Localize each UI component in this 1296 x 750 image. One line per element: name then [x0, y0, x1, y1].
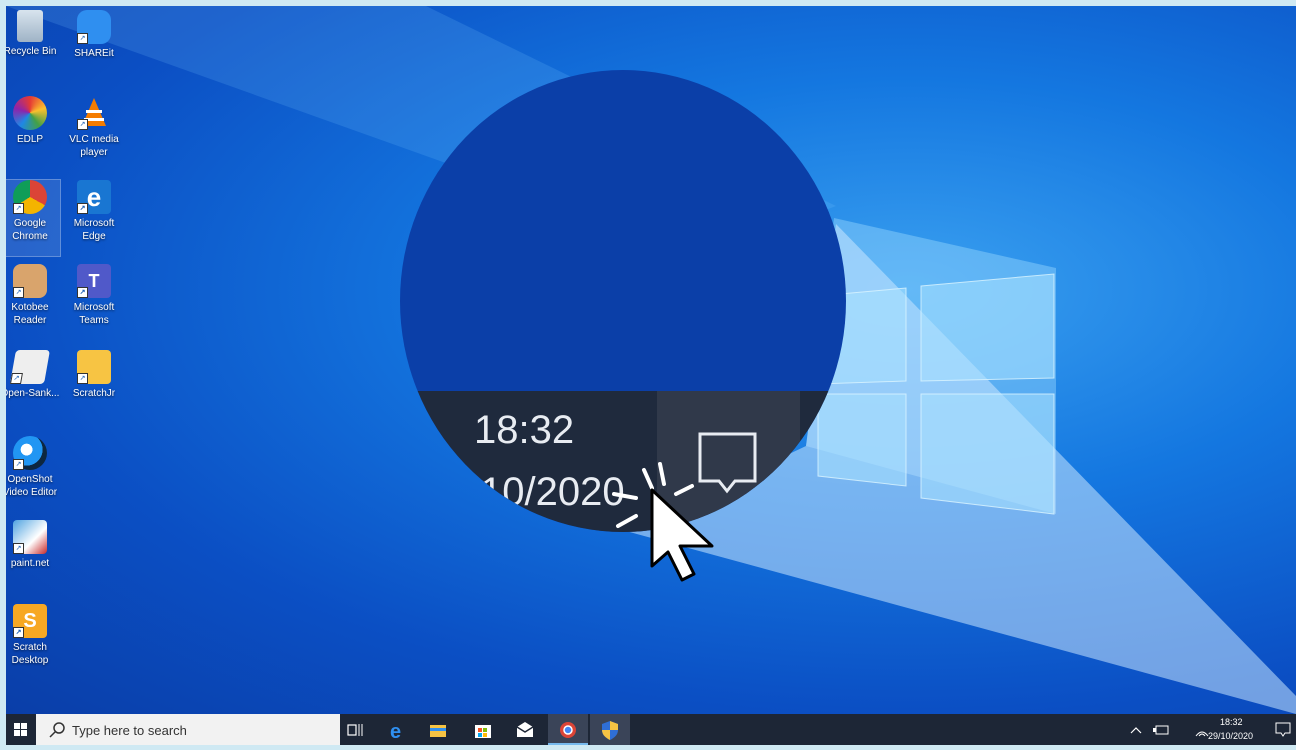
- desktop-icon-shareit[interactable]: ↗ SHAREit: [64, 10, 124, 60]
- desktop: Recycle Bin ↗ SHAREit EDLP ↗ VLC media p…: [6, 6, 1296, 714]
- desktop-icon-label: Kotobee Reader: [11, 302, 49, 326]
- desktop-icon-scratchjr[interactable]: ↗ ScratchJr: [64, 350, 124, 400]
- mouse-cursor-icon: [612, 462, 714, 582]
- desktop-icon-label: Scratch Desktop: [11, 642, 49, 666]
- recycle-bin-icon: [17, 10, 43, 42]
- scratch-icon: S ↗: [13, 604, 47, 638]
- edge-taskbar-icon[interactable]: e: [386, 719, 408, 741]
- zoom-time: 18:32: [474, 408, 575, 452]
- chrome-taskbar-button[interactable]: [548, 714, 588, 745]
- desktop-icon-label: VLC media player: [69, 134, 119, 158]
- edge-icon: e ↗: [77, 180, 111, 214]
- action-center-icon[interactable]: [1274, 721, 1292, 739]
- battery-icon[interactable]: [1152, 722, 1172, 738]
- opensankore-icon: ↗: [10, 350, 50, 384]
- taskbar: Type here to search e 18:32 29/10/2020: [6, 714, 1296, 745]
- teams-icon: T ↗: [77, 264, 111, 298]
- desktop-icon-label: Recycle Bin: [6, 46, 57, 57]
- desktop-icon-label: Microsoft Teams: [73, 302, 115, 326]
- desktop-icon-label: paint.net: [10, 558, 50, 569]
- desktop-icon-teams[interactable]: T ↗ Microsoft Teams: [64, 264, 124, 327]
- kotobee-icon: ↗: [13, 264, 47, 298]
- zoom-date: 10/2020: [480, 470, 625, 514]
- desktop-icon-chrome[interactable]: ↗ Google Chrome: [6, 179, 61, 257]
- vlc-icon: ↗: [77, 96, 111, 130]
- chrome-taskbar-icon: [560, 722, 576, 738]
- desktop-icon-label: ScratchJr: [72, 388, 116, 399]
- taskbar-clock-date[interactable]: 29/10/2020: [1208, 731, 1253, 741]
- desktop-icon-recycle-bin[interactable]: Recycle Bin: [6, 10, 60, 58]
- taskbar-search-box[interactable]: Type here to search: [36, 714, 340, 745]
- paintnet-icon: ↗: [13, 520, 47, 554]
- desktop-icon-open-sankore[interactable]: ↗ Open-Sank...: [6, 350, 60, 400]
- chevron-up-icon[interactable]: [1128, 722, 1144, 738]
- security-taskbar-button[interactable]: [590, 714, 630, 745]
- taskbar-clock-time[interactable]: 18:32: [1220, 717, 1243, 727]
- desktop-icon-edge[interactable]: e ↗ Microsoft Edge: [64, 180, 124, 243]
- file-explorer-icon[interactable]: [427, 719, 449, 741]
- desktop-icon-paintnet[interactable]: ↗ paint.net: [6, 520, 60, 570]
- store-icon[interactable]: [472, 719, 494, 741]
- search-icon: [49, 722, 65, 738]
- scratchjr-icon: ↗: [77, 350, 111, 384]
- chrome-icon: ↗: [13, 180, 47, 214]
- openshot-icon: ↗: [13, 436, 47, 470]
- desktop-icon-scratch-desktop[interactable]: S ↗ Scratch Desktop: [6, 604, 60, 667]
- edlp-icon: [13, 96, 47, 130]
- desktop-icon-label: OpenShot Video Editor: [6, 474, 58, 498]
- desktop-icon-label: Open-Sank...: [6, 388, 60, 399]
- svg-text:e: e: [390, 721, 401, 741]
- desktop-icon-label: EDLP: [16, 134, 44, 145]
- search-placeholder: Type here to search: [72, 723, 187, 738]
- desktop-icon-openshot[interactable]: ↗ OpenShot Video Editor: [6, 436, 60, 499]
- mail-icon[interactable]: [514, 719, 536, 741]
- start-button[interactable]: [6, 714, 36, 745]
- shareit-icon: ↗: [77, 10, 111, 44]
- desktop-icon-edlp[interactable]: EDLP: [6, 96, 60, 146]
- shield-icon: [602, 721, 618, 740]
- desktop-icon-vlc[interactable]: ↗ VLC media player: [64, 96, 124, 159]
- desktop-icon-kotobee[interactable]: ↗ Kotobee Reader: [6, 264, 60, 327]
- task-view-icon[interactable]: [344, 719, 366, 741]
- desktop-icon-label: SHAREit: [74, 48, 114, 59]
- desktop-icon-label: Microsoft Edge: [73, 218, 115, 242]
- desktop-icon-label: Google Chrome: [12, 218, 48, 242]
